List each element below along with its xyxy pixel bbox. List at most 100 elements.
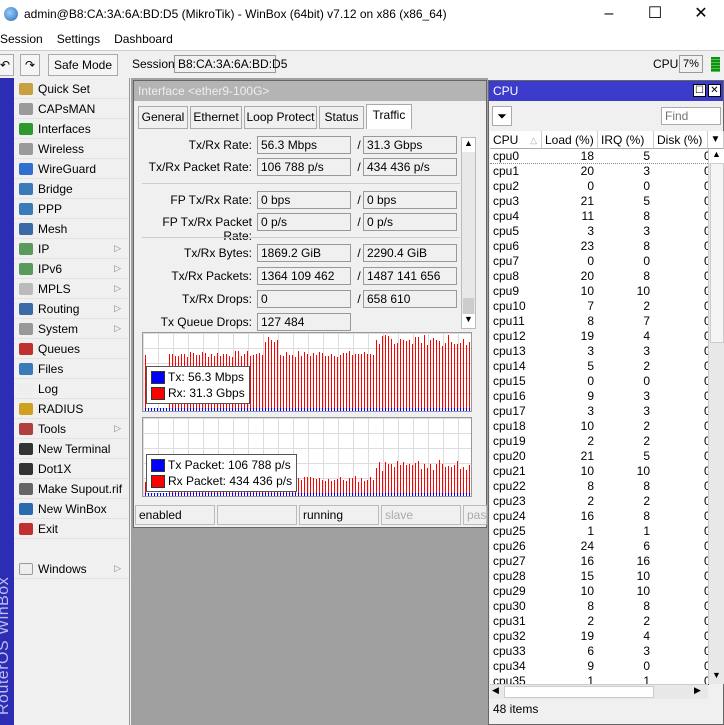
sidebar-item-exit[interactable]: Exit [14,519,129,539]
cpu-table-row[interactable]: cpu33630 [490,644,711,659]
cpu-table-row[interactable]: cpu34900 [490,659,711,674]
sidebar-item-ipv6[interactable]: IPv6 ▷ [14,259,129,279]
safe-mode-button[interactable]: Safe Mode [48,54,118,76]
tx-bar [367,408,368,411]
cpu-table-row[interactable]: cpu241680 [490,509,711,524]
redo-button[interactable]: ↷ [20,54,40,76]
cpu-name: cpu15 [493,374,526,388]
sidebar-item-wireguard[interactable]: WireGuard [14,159,129,179]
scroll-thumb[interactable] [710,163,724,343]
cpu-table-row[interactable]: cpu30880 [490,599,711,614]
column-disk[interactable]: Disk (%) [654,131,708,149]
tab-traffic[interactable]: Traffic [366,104,412,129]
sidebar-item-windows[interactable]: Windows ▷ [14,559,129,579]
cpu-table-row[interactable]: cpu262460 [490,539,711,554]
cpu-table-row[interactable]: cpu7000 [490,254,711,269]
scroll-down-icon[interactable]: ▼ [709,670,724,684]
cpu-table-row[interactable]: cpu19220 [490,434,711,449]
cpu-table-row[interactable]: cpu23220 [490,494,711,509]
cpu-table-row[interactable]: cpu32150 [490,194,711,209]
sidebar-item-radius[interactable]: RADIUS [14,399,129,419]
sidebar-item-new-winbox[interactable]: New WinBox [14,499,129,519]
sidebar-item-mesh[interactable]: Mesh [14,219,129,239]
minimize-button[interactable]: – [586,0,632,28]
sidebar-item-new-terminal[interactable]: New Terminal [14,439,129,459]
cpu-table-row[interactable]: cpu62380 [490,239,711,254]
cpu-table-row[interactable]: cpu13330 [490,344,711,359]
sidebar-item-routing[interactable]: Routing ▷ [14,299,129,319]
sidebar-item-system[interactable]: System ▷ [14,319,129,339]
sidebar-item-mpls[interactable]: MPLS ▷ [14,279,129,299]
tab-status[interactable]: Status [319,106,364,129]
columns-menu-icon[interactable]: ▼ [708,131,724,149]
sidebar-item-interfaces[interactable]: Interfaces [14,119,129,139]
sidebar-item-capsman[interactable]: CAPsMAN [14,99,129,119]
cpu-table-row[interactable]: cpu5330 [490,224,711,239]
cpu-table-row[interactable]: cpu25110 [490,524,711,539]
cpu-table-row[interactable]: cpu17330 [490,404,711,419]
cpu-load: 16 [580,554,594,568]
cpu-table-row[interactable]: cpu41180 [490,209,711,224]
cpu-table-row[interactable]: cpu11870 [490,314,711,329]
find-input[interactable] [661,107,721,125]
cpu-table-row[interactable]: cpu16930 [490,389,711,404]
tab-loop-protect[interactable]: Loop Protect [244,106,317,129]
cpu-table-row[interactable]: cpu2910100 [490,584,711,599]
cpu-table-row[interactable]: cpu82080 [490,269,711,284]
h-scroll-thumb[interactable] [504,686,654,698]
sidebar-item-files[interactable]: Files [14,359,129,379]
cpu-table-row[interactable]: cpu22880 [490,479,711,494]
scroll-thumb[interactable] [463,298,474,314]
sidebar-item-make-supout-rif[interactable]: Make Supout.rif [14,479,129,499]
tx-bar [388,493,389,496]
cpu-table-row[interactable]: cpu10720 [490,299,711,314]
column-irq[interactable]: IRQ (%) [598,131,654,149]
cpu-vertical-scrollbar[interactable]: ▲ ▼ [708,149,724,684]
fields-scrollbar[interactable]: ▲ ▼ [461,137,476,329]
sidebar-item-dot1x[interactable]: Dot1X [14,459,129,479]
sidebar-item-bridge[interactable]: Bridge [14,179,129,199]
tab-general[interactable]: General [138,106,188,129]
sidebar-item-tools[interactable]: Tools ▷ [14,419,129,439]
maximize-button[interactable]: ☐ [632,0,678,28]
cpu-window-close-button[interactable]: ✕ [708,84,721,97]
cpu-table-row[interactable]: cpu12030 [490,164,711,179]
sidebar-item-queues[interactable]: Queues [14,339,129,359]
sidebar-item-wireless[interactable]: Wireless [14,139,129,159]
cpu-table-row[interactable]: cpu181020 [490,419,711,434]
sidebar-item-ip[interactable]: IP ▷ [14,239,129,259]
cpu-table-row[interactable]: cpu31220 [490,614,711,629]
tx-bar [271,493,272,496]
cpu-table-row[interactable]: cpu01850 [490,149,711,164]
cpu-table-row[interactable]: cpu202150 [490,449,711,464]
cpu-table-row[interactable]: cpu14520 [490,359,711,374]
scroll-down-icon[interactable]: ▼ [462,314,475,328]
cpu-table-row[interactable]: cpu2110100 [490,464,711,479]
cpu-horizontal-scrollbar[interactable]: ◀ ▶ [490,684,708,699]
tab-ethernet[interactable]: Ethernet [190,106,242,129]
menu-settings[interactable]: Settings [57,32,100,46]
filter-icon[interactable]: ⏷ [492,106,512,126]
cpu-table-row[interactable]: cpu321940 [490,629,711,644]
menu-session[interactable]: Session [0,32,43,46]
cpu-window-maximize-button[interactable]: ☐ [693,84,706,97]
session-field[interactable]: B8:CA:3A:6A:BD:D5 [174,55,287,73]
scroll-right-icon[interactable]: ▶ [694,685,701,696]
cpu-table-row[interactable]: cpu121940 [490,329,711,344]
scroll-up-icon[interactable]: ▲ [709,149,724,163]
close-button[interactable]: ✕ [678,0,724,28]
column-cpu[interactable]: CPU △ [490,131,542,149]
scroll-up-icon[interactable]: ▲ [462,138,475,152]
sidebar-item-ppp[interactable]: PPP [14,199,129,219]
cpu-table-row[interactable]: cpu910100 [490,284,711,299]
sidebar-item-log[interactable]: Log [14,379,129,399]
sidebar-item-quick-set[interactable]: Quick Set [14,79,129,99]
undo-button[interactable]: ↶ [0,54,14,76]
cpu-table-row[interactable]: cpu2000 [490,179,711,194]
scroll-left-icon[interactable]: ◀ [492,685,499,696]
column-load[interactable]: Load (%) [542,131,598,149]
cpu-table-row[interactable]: cpu15000 [490,374,711,389]
cpu-table-row[interactable]: cpu2815100 [490,569,711,584]
menu-dashboard[interactable]: Dashboard [114,32,173,46]
cpu-table-row[interactable]: cpu2716160 [490,554,711,569]
